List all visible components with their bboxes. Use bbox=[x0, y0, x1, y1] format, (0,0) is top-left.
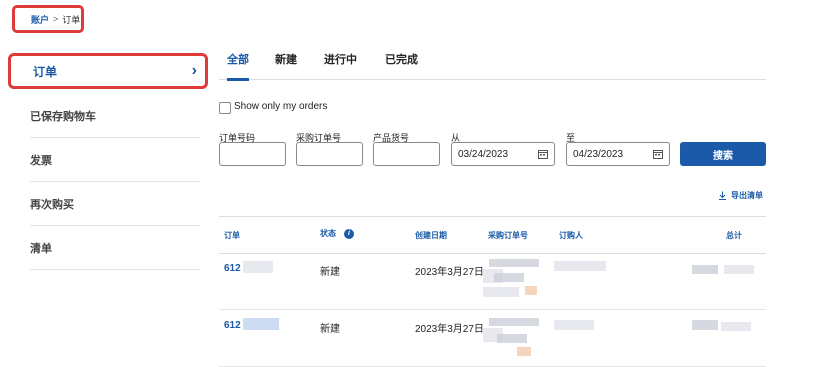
column-header-total[interactable]: 总计 bbox=[726, 230, 742, 241]
tab-new[interactable]: 新建 bbox=[275, 52, 297, 78]
redacted-order-suffix bbox=[243, 261, 273, 273]
orders-table-header: 订单 状态 i 创建日期 采购订单号 订购人 总计 bbox=[219, 216, 766, 254]
redacted-total bbox=[721, 322, 751, 331]
column-header-buyer[interactable]: 订购人 bbox=[559, 230, 583, 241]
sidebar-item-label: 清单 bbox=[30, 242, 52, 255]
redacted-po bbox=[483, 287, 519, 297]
redacted-po bbox=[497, 334, 527, 343]
breadcrumb: 账户 > 订单 bbox=[12, 5, 84, 33]
table-row[interactable]: 612 新建 2023年3月27日 bbox=[219, 253, 766, 310]
redacted-po bbox=[489, 259, 539, 267]
sidebar-item-saved-carts[interactable]: 已保存购物车 bbox=[30, 94, 200, 138]
show-only-my-orders-checkbox[interactable] bbox=[219, 102, 231, 114]
column-header-status-label: 状态 bbox=[320, 229, 336, 238]
column-header-po[interactable]: 采购订单号 bbox=[488, 230, 528, 241]
sidebar-item-label: 已保存购物车 bbox=[30, 110, 96, 123]
calendar-icon[interactable] bbox=[653, 149, 663, 159]
order-status: 新建 bbox=[320, 324, 340, 335]
breadcrumb-separator: > bbox=[53, 14, 59, 24]
search-button[interactable]: 搜索 bbox=[680, 142, 766, 166]
to-date-value: 04/23/2023 bbox=[573, 148, 624, 160]
table-row[interactable]: 612 新建 2023年3月27日 bbox=[219, 310, 766, 367]
order-number-link[interactable]: 612 bbox=[224, 263, 241, 274]
column-header-status[interactable]: 状态 i bbox=[320, 228, 354, 239]
export-list-link[interactable]: 导出清单 bbox=[718, 190, 763, 201]
sidebar-item-orders[interactable]: 订单 › bbox=[8, 53, 208, 89]
column-header-order[interactable]: 订单 bbox=[224, 230, 240, 241]
column-header-created[interactable]: 创建日期 bbox=[415, 230, 447, 241]
from-date-input[interactable]: 03/24/2023 bbox=[451, 142, 555, 166]
sidebar-item-label: 再次购买 bbox=[30, 198, 74, 211]
sidebar-item-lists[interactable]: 清单 bbox=[30, 226, 200, 270]
redacted-po bbox=[517, 347, 531, 356]
info-icon[interactable]: i bbox=[344, 228, 354, 239]
po-number-input[interactable] bbox=[296, 142, 363, 166]
to-date-input[interactable]: 04/23/2023 bbox=[566, 142, 670, 166]
product-number-input[interactable] bbox=[373, 142, 440, 166]
redacted-po bbox=[494, 273, 524, 282]
sidebar-item-label: 发票 bbox=[30, 154, 52, 167]
redacted-total bbox=[692, 265, 718, 274]
redacted-po bbox=[525, 286, 537, 295]
show-only-my-orders-label: Show only my orders bbox=[234, 101, 328, 112]
order-created-date: 2023年3月27日 bbox=[415, 267, 484, 278]
download-icon bbox=[719, 191, 726, 200]
redacted-po bbox=[489, 318, 539, 326]
export-list-label: 导出清单 bbox=[731, 191, 763, 200]
order-number-input[interactable] bbox=[219, 142, 286, 166]
calendar-icon[interactable] bbox=[538, 149, 548, 159]
tab-all[interactable]: 全部 bbox=[227, 52, 249, 81]
redacted-total bbox=[692, 320, 718, 330]
sidebar-item-label: 订单 bbox=[33, 64, 58, 79]
tab-completed[interactable]: 已完成 bbox=[385, 52, 418, 78]
tab-in-progress[interactable]: 进行中 bbox=[324, 52, 357, 78]
redacted-total bbox=[724, 265, 754, 274]
redacted-buyer bbox=[554, 320, 594, 330]
breadcrumb-current: 订单 bbox=[62, 14, 81, 25]
from-date-value: 03/24/2023 bbox=[458, 148, 509, 160]
order-tabs: 全部 新建 进行中 已完成 bbox=[219, 52, 766, 81]
redacted-order-suffix bbox=[243, 318, 279, 330]
order-number-link[interactable]: 612 bbox=[224, 320, 241, 331]
chevron-right-icon: › bbox=[191, 62, 197, 79]
redacted-buyer bbox=[554, 261, 606, 271]
sidebar-item-buy-again[interactable]: 再次购买 bbox=[30, 182, 200, 226]
sidebar-item-invoices[interactable]: 发票 bbox=[30, 138, 200, 182]
breadcrumb-account-link[interactable]: 账户 bbox=[31, 13, 49, 26]
order-status: 新建 bbox=[320, 267, 340, 278]
order-created-date: 2023年3月27日 bbox=[415, 324, 484, 335]
